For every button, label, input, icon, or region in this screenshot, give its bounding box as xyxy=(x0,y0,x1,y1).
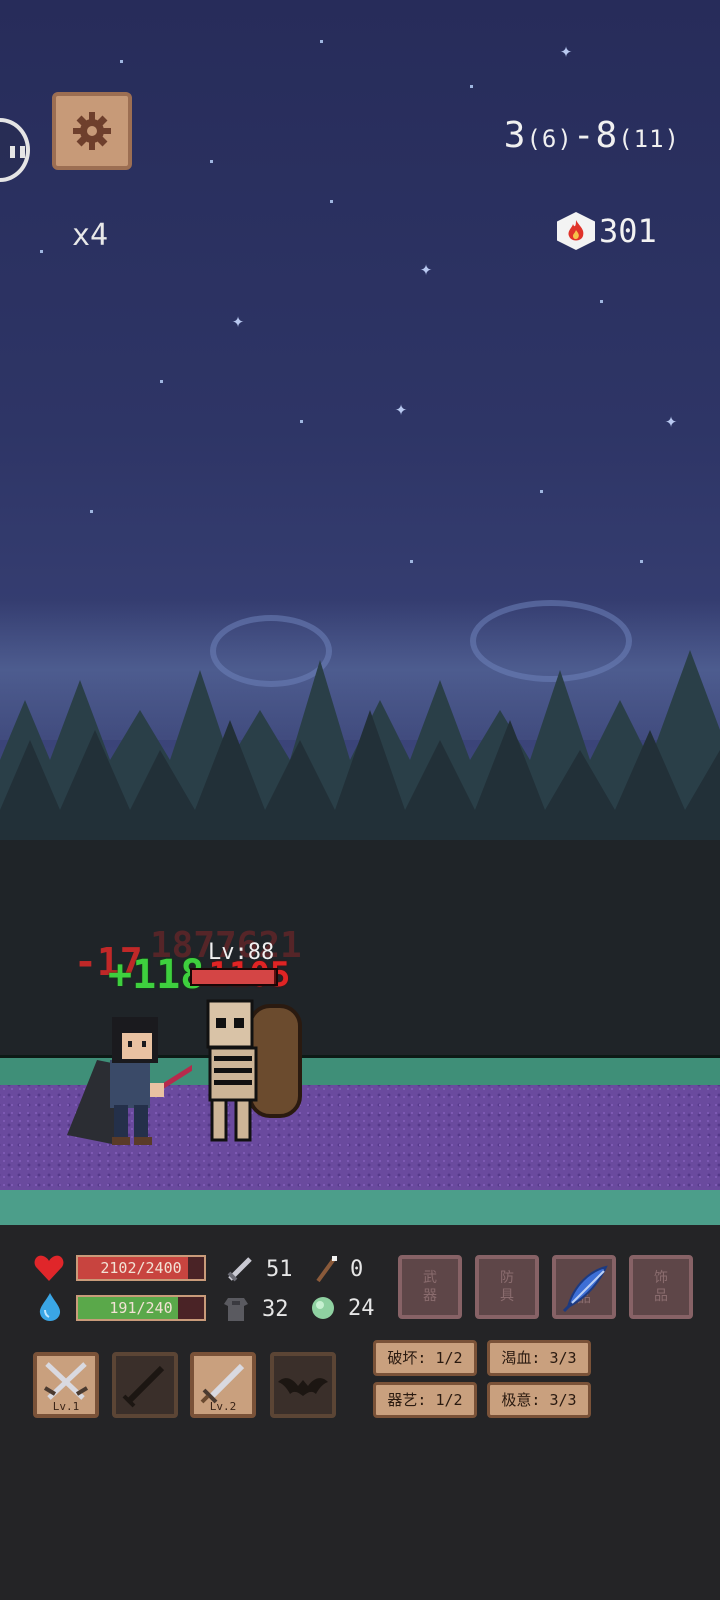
accessory-slot-label-1: 饰 xyxy=(654,1270,668,1286)
blue-feather-icon xyxy=(562,1265,608,1313)
skill-slot-3[interactable]: Lv.2 xyxy=(190,1352,256,1418)
grass-edge xyxy=(0,1190,720,1225)
resist-stat: 24 xyxy=(310,1295,375,1321)
accessory-slot[interactable]: 饰 品 xyxy=(629,1255,693,1319)
skill-slot-2[interactable] xyxy=(112,1352,178,1418)
sword-icon xyxy=(200,1363,245,1404)
skill-slot-4[interactable] xyxy=(270,1352,336,1418)
mp-text: 191/240 xyxy=(109,1299,173,1317)
defense-value: 32 xyxy=(262,1296,289,1322)
soul-currency: 301 xyxy=(557,212,657,250)
skill-slot-1[interactable]: Lv.1 xyxy=(33,1352,99,1418)
crossed-swords-icon xyxy=(43,1362,89,1400)
weapon-slot-label-1: 武 xyxy=(423,1270,437,1286)
skill-1-level: Lv.1 xyxy=(52,1400,80,1413)
trait-destroy[interactable]: 破坏: 1/2 xyxy=(373,1340,477,1376)
magic-stat: 0 xyxy=(314,1255,363,1283)
trait-bloodthirst[interactable]: 渴血: 3/3 xyxy=(487,1340,591,1376)
hp-text: 2102/2400 xyxy=(100,1259,182,1277)
enemy-level: Lv:88 xyxy=(208,940,275,965)
armor-slot[interactable]: 防 具 xyxy=(475,1255,539,1319)
hp-bar: 2102/2400 xyxy=(76,1255,206,1281)
resist-value: 24 xyxy=(348,1295,375,1321)
accessory-slot-label-2: 品 xyxy=(654,1288,668,1304)
armor-icon xyxy=(224,1298,248,1321)
enemy-hp-fill xyxy=(192,970,275,984)
trait-ultimate[interactable]: 极意: 3/3 xyxy=(487,1382,591,1418)
armor-slot-label-2: 具 xyxy=(500,1288,514,1304)
trait-craft[interactable]: 器艺: 1/2 xyxy=(373,1382,477,1418)
attack-value: 51 xyxy=(266,1256,293,1282)
stage-level: -8 xyxy=(572,115,619,156)
armor-slot-label-1: 防 xyxy=(500,1270,514,1286)
gear-icon xyxy=(73,112,111,150)
currency-value: 301 xyxy=(599,212,657,250)
skeleton-enemy xyxy=(206,999,302,1142)
skill-3-level: Lv.2 xyxy=(209,1400,237,1413)
hero-character xyxy=(67,1017,192,1145)
flame-gem-icon xyxy=(557,212,595,250)
defense-stat: 32 xyxy=(222,1295,289,1323)
weapon-slot-label-2: 器 xyxy=(423,1288,437,1304)
heart-icon xyxy=(34,1254,64,1286)
item-slot[interactable]: 品 xyxy=(552,1255,616,1319)
dagger-icon xyxy=(122,1365,165,1408)
enemy-hp-bar xyxy=(190,968,278,986)
stage-chapter: 3 xyxy=(503,115,527,156)
wand-icon xyxy=(316,1256,337,1283)
weapon-slot[interactable]: 武 器 xyxy=(398,1255,462,1319)
stage-indicator: 3(6)-8(11) xyxy=(504,115,680,156)
stage-level-total: (11) xyxy=(618,125,680,153)
settings-button[interactable] xyxy=(52,92,132,170)
game-speed-toggle[interactable]: x4 xyxy=(72,218,108,253)
green-orb-icon xyxy=(312,1297,334,1319)
sword-stat-icon xyxy=(227,1257,252,1282)
water-drop-icon xyxy=(38,1292,62,1326)
bat-icon xyxy=(278,1378,328,1396)
magic-value: 0 xyxy=(350,1256,364,1282)
mp-bar: 191/240 xyxy=(76,1295,206,1321)
stage-chapter-total: (6) xyxy=(526,125,573,153)
attack-stat: 51 xyxy=(226,1255,293,1283)
battle-scene: ✦ ✦ ✦ ✦ ✦ 1877621 -17 +118 Lv:88 xyxy=(0,0,720,1225)
